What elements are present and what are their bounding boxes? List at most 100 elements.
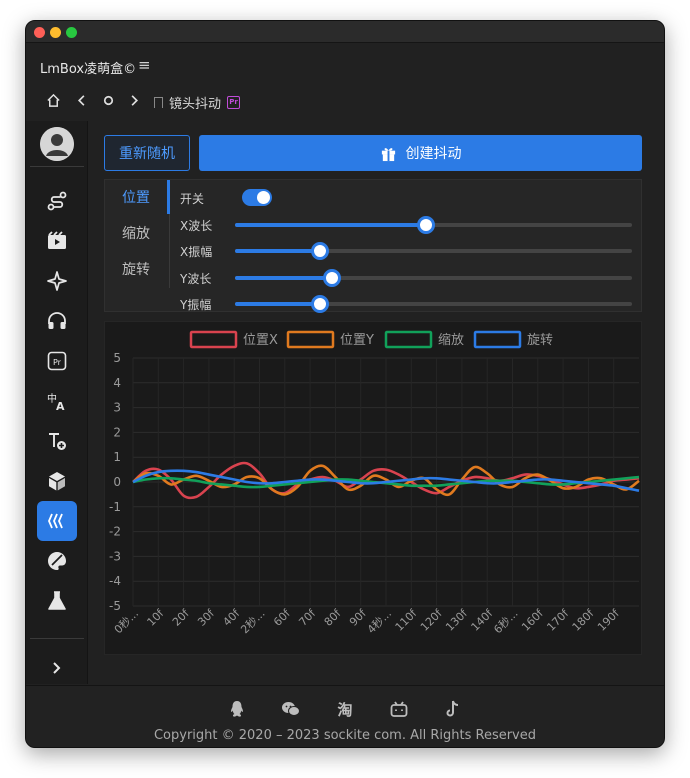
sidebar-collapse-button[interactable] (37, 648, 77, 688)
footer: 淘 Copyright © 2020 – 2023 sockite com. A… (26, 685, 664, 747)
toggle-knob (257, 191, 270, 204)
y-wavelength-slider[interactable] (235, 269, 632, 287)
x-tick-label: 160f (519, 606, 547, 634)
shake-preview-chart: 5 4 3 2 1 0 -1 -2 -3 -4 -5 0秒... 10f 20f 30f 40f 2秒... 60… (104, 321, 642, 655)
avatar[interactable] (40, 127, 74, 161)
social-links: 淘 (26, 700, 664, 719)
refresh-icon[interactable] (102, 93, 115, 113)
tab-rotation[interactable]: 旋转 (105, 254, 167, 284)
y-tick-label: 1 (113, 450, 121, 464)
sidebar-item-effects[interactable] (37, 261, 77, 301)
chevron-right-icon (53, 662, 61, 674)
y-tick-label: -2 (109, 525, 121, 539)
y-tick-label: -3 (109, 549, 121, 563)
slider-label: Y振幅 (180, 298, 212, 312)
x-tick-label: 2秒... (238, 606, 268, 636)
navigation-bar: 镜头抖动 Pr (26, 87, 664, 117)
tab-scale[interactable]: 缩放 (105, 218, 167, 248)
y-tick-label: 4 (113, 376, 121, 390)
x-tick-label: 10f (145, 606, 168, 629)
slider-label: X波长 (180, 219, 213, 233)
x-tick-label: 80f (322, 606, 345, 629)
slider-thumb[interactable] (323, 269, 342, 287)
x-tick-label: 180f (570, 606, 598, 634)
x-tick-label: 70f (296, 606, 319, 629)
legend-label: 位置X (243, 333, 278, 348)
sidebar-divider (30, 638, 84, 639)
x-tick-label: 140f (469, 606, 497, 634)
settings-panel: 位置 缩放 旋转 开关 X波长 X振幅 Y波长 Y振幅 (104, 179, 642, 313)
reroll-button-label: 重新随机 (119, 146, 175, 162)
x-tick-label: 60f (271, 606, 294, 629)
breadcrumb: 镜头抖动 Pr (154, 93, 241, 112)
x-tick-label: 130f (443, 606, 471, 634)
x-tick-label: 4秒... (364, 606, 394, 636)
legend-label: 位置Y (340, 333, 374, 348)
x-tick-label: 6秒... (491, 606, 521, 636)
slider-label: X振幅 (180, 245, 213, 259)
chart-svg: 543210-1-2-3-4-50秒... 10f 20f 30f 40f2秒... 60… (109, 330, 640, 636)
y-tick-label: -1 (109, 500, 121, 514)
sidebar-item-3d[interactable] (37, 461, 77, 501)
y-amplitude-slider[interactable] (235, 295, 632, 313)
close-window-button[interactable] (34, 27, 45, 38)
slider-fill (235, 249, 321, 253)
x-wavelength-slider[interactable] (235, 216, 632, 234)
slider-thumb[interactable] (416, 216, 435, 234)
taobao-icon[interactable]: 淘 (332, 700, 359, 719)
tab-position[interactable]: 位置 (105, 182, 167, 212)
legend-label: 旋转 (527, 333, 553, 348)
main-content: 重新随机 创建抖动 位置 缩放 旋转 开关 X波长 X振幅 Y波长 Y振幅 5 … (92, 121, 664, 684)
legend-swatch (473, 330, 522, 349)
slider-thumb[interactable] (311, 295, 330, 313)
sidebar-item-video[interactable] (37, 221, 77, 261)
qq-icon[interactable] (224, 700, 251, 718)
add-layer-icon (49, 433, 66, 450)
bookmark-icon[interactable] (154, 97, 163, 108)
x-amplitude-slider[interactable] (235, 242, 632, 260)
copyright-text: Copyright © 2020 – 2023 sockite com. All… (153, 728, 536, 743)
y-tick-label: -4 (109, 574, 121, 588)
create-shake-button[interactable]: 创建抖动 (199, 135, 642, 171)
sidebar-item-translate[interactable]: 中A (37, 381, 77, 421)
y-tick-label: 3 (113, 401, 121, 415)
slider-thumb[interactable] (311, 242, 330, 260)
y-tick-label: -5 (109, 599, 121, 613)
tiktok-icon[interactable] (440, 700, 467, 718)
sidebar-item-audio[interactable] (37, 301, 77, 341)
premiere-badge: Pr (227, 96, 241, 109)
x-tick-label: 20f (170, 606, 193, 629)
maximize-window-button[interactable] (66, 27, 77, 38)
enable-toggle[interactable] (242, 189, 272, 206)
sidebar-item-route[interactable] (37, 181, 77, 221)
bilibili-icon[interactable] (386, 700, 413, 718)
legend-label: 缩放 (438, 332, 464, 348)
forward-icon[interactable] (128, 93, 140, 113)
sidebar-item-color[interactable] (37, 541, 77, 581)
wechat-icon[interactable] (278, 700, 305, 718)
sidebar-item-lab[interactable] (37, 581, 77, 621)
back-icon[interactable] (76, 93, 88, 113)
legend-swatch (286, 330, 335, 349)
slider-fill (235, 276, 333, 280)
sidebar-item-add-text[interactable] (37, 421, 77, 461)
clapperboard-icon (48, 231, 66, 249)
flask-icon (48, 591, 66, 610)
x-tick-label: 170f (544, 606, 572, 634)
x-tick-label: 190f (595, 606, 623, 634)
palette-icon (48, 552, 66, 570)
legend-swatch (189, 330, 238, 349)
x-tick-label: 30f (195, 606, 218, 629)
slider-label: Y波长 (180, 272, 212, 286)
gift-icon (381, 147, 395, 161)
translate-icon: 中A (47, 392, 65, 412)
reroll-button[interactable]: 重新随机 (104, 135, 190, 171)
sidebar-item-premiere[interactable]: Pr (37, 341, 77, 381)
slider-fill (235, 302, 321, 306)
switch-label: 开关 (180, 192, 205, 206)
create-shake-button-label: 创建抖动 (405, 146, 462, 162)
hamburger-menu-icon[interactable]: ≡ (138, 56, 151, 74)
sidebar-item-shake[interactable] (37, 501, 77, 541)
home-icon[interactable] (46, 93, 61, 113)
minimize-window-button[interactable] (50, 27, 61, 38)
